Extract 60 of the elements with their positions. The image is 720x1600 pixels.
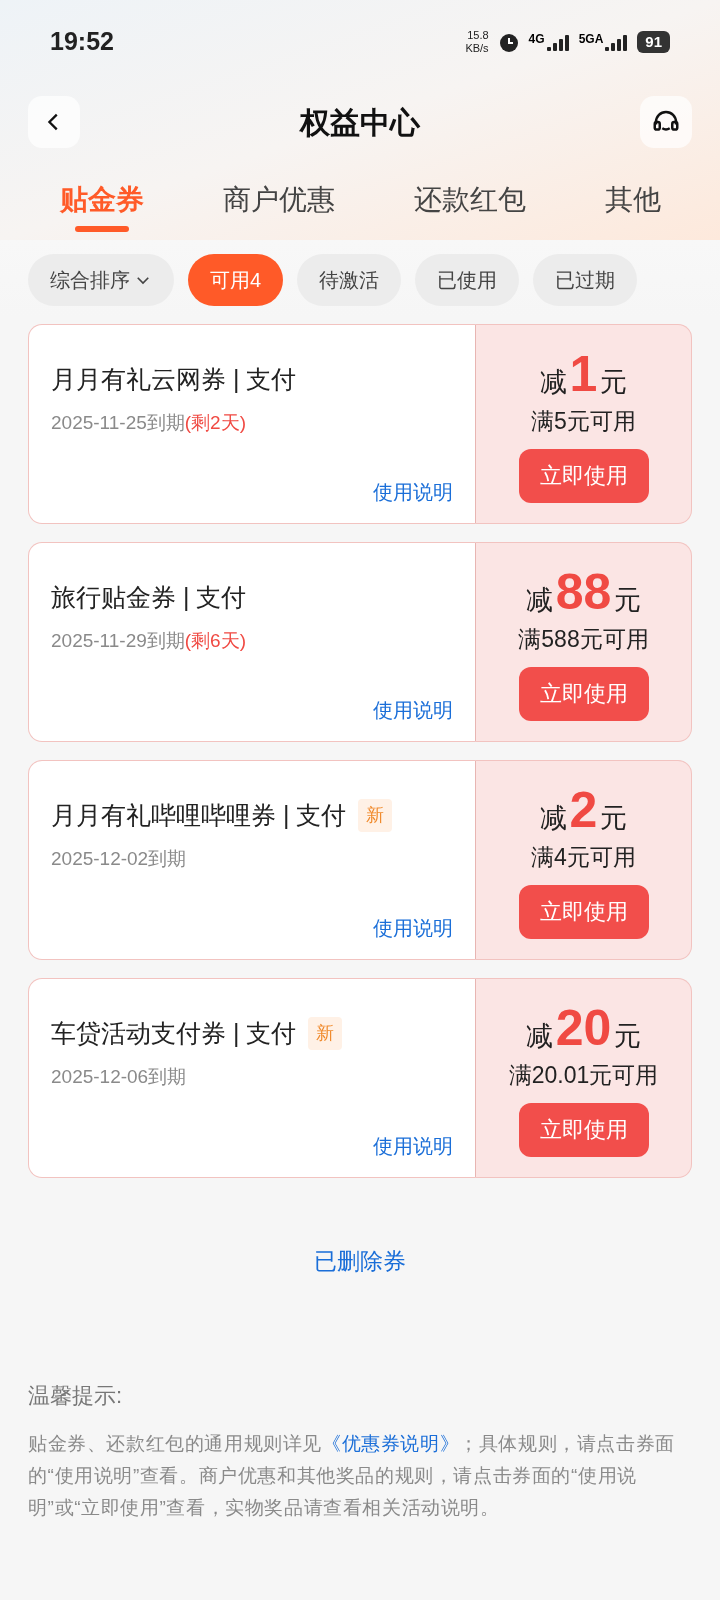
currency-unit: 元 — [614, 1019, 642, 1053]
days-remaining: (剩6天) — [184, 629, 246, 651]
discount-amount: 20 — [555, 999, 612, 1056]
minimum-spend: 满4元可用 — [531, 843, 636, 872]
page-title: 权益中心 — [300, 104, 420, 141]
notice-title: 温馨提示: — [28, 1381, 124, 1410]
status-time: 19:52 — [50, 26, 114, 58]
minimum-spend: 满588元可用 — [518, 625, 649, 654]
expiry-date: 2025-11-25到期 — [51, 411, 185, 433]
network-type: 4G — [528, 33, 545, 45]
expiry-date: 2025-12-02到期 — [51, 847, 187, 869]
currency-unit: 元 — [614, 583, 642, 617]
discount-label: 减 — [539, 365, 567, 399]
new-badge: 新 — [358, 799, 393, 833]
notice-paragraph: 贴金券、还款红包的通用规则详见《优惠券说明》；具体规则，请点击券面的“使用说明”查看。商户优惠和其他奖品的规则，请点击券面的“使用说明”或“立即使用”查看，实物奖品请查看相关活动说明。 — [28, 1431, 676, 1520]
coupon-rules-link[interactable]: 《优惠券说明》 — [322, 1432, 460, 1454]
expiry-date: 2025-12-06到期 — [51, 1065, 187, 1087]
discount-label: 减 — [525, 1019, 553, 1053]
deleted-coupons-link[interactable]: 已删除券 — [314, 1244, 406, 1279]
signal-icon — [605, 33, 630, 51]
network-type: 5GA — [578, 33, 604, 45]
filter-chip[interactable]: 已过期 — [533, 254, 638, 306]
customer-service-button[interactable] — [640, 96, 692, 148]
use-now-button[interactable]: 立即使用 — [518, 666, 649, 721]
use-now-button[interactable]: 立即使用 — [518, 1102, 649, 1157]
expiry-date: 2025-11-29到期 — [51, 629, 185, 651]
coupon-title: 旅行贴金券 | 支付 — [51, 582, 247, 613]
usage-instructions-link[interactable]: 使用说明 — [373, 1131, 453, 1161]
battery-indicator: 91 — [637, 31, 670, 53]
tab[interactable]: 贴金券 — [59, 168, 144, 232]
coupon-title: 车贷活动支付券 | 支付 — [51, 1018, 297, 1049]
discount-amount: 88 — [555, 563, 612, 620]
currency-unit: 元 — [600, 801, 628, 835]
signal-icon — [546, 33, 571, 51]
back-button[interactable] — [28, 96, 80, 148]
use-now-button[interactable]: 立即使用 — [518, 884, 649, 939]
new-badge: 新 — [308, 1017, 343, 1051]
filter-chip[interactable]: 待激活 — [297, 254, 402, 306]
filter-chip[interactable]: 可用4 — [188, 254, 284, 306]
discount-amount: 2 — [569, 781, 598, 838]
discount-label: 减 — [539, 801, 567, 835]
usage-instructions-link[interactable]: 使用说明 — [373, 477, 453, 507]
coupon-title: 月月有礼云网券 | 支付 — [51, 364, 297, 395]
tab[interactable]: 其他 — [604, 168, 661, 232]
minimum-spend: 满20.01元可用 — [508, 1061, 659, 1090]
usage-instructions-link[interactable]: 使用说明 — [373, 913, 453, 943]
sort-dropdown[interactable]: 综合排序 — [28, 254, 174, 306]
discount-label: 减 — [525, 583, 553, 617]
currency-unit: 元 — [600, 365, 628, 399]
discount-amount: 1 — [569, 345, 598, 402]
tab[interactable]: 商户优惠 — [222, 168, 335, 232]
filter-chip[interactable]: 已使用 — [415, 254, 520, 306]
usage-instructions-link[interactable]: 使用说明 — [373, 695, 453, 725]
use-now-button[interactable]: 立即使用 — [518, 448, 649, 503]
coupon-title: 月月有礼哔哩哔哩券 | 支付 — [51, 800, 347, 831]
days-remaining: (剩2天) — [184, 411, 246, 433]
network-speed: 15.8 — [467, 29, 489, 42]
network-speed-unit: KB/s — [465, 42, 489, 55]
minimum-spend: 满5元可用 — [531, 407, 636, 436]
tab[interactable]: 还款红包 — [413, 168, 526, 232]
